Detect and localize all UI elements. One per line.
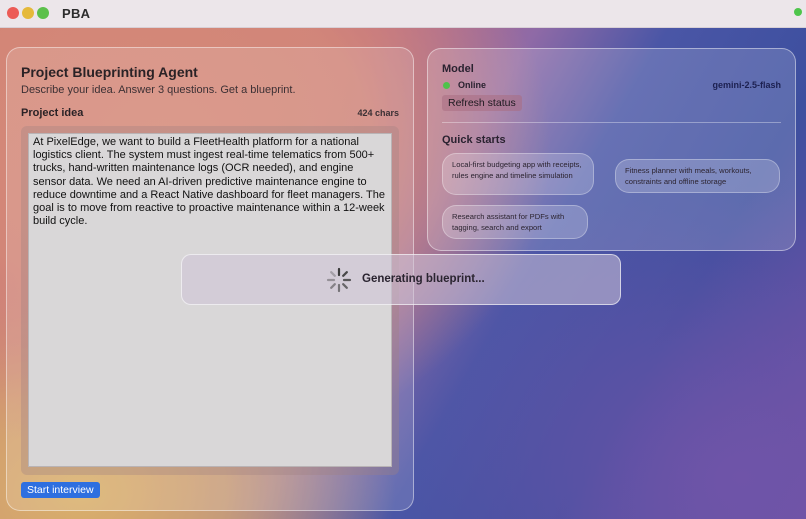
quick-starts-heading: Quick starts: [442, 134, 506, 146]
divider: [442, 122, 781, 123]
quick-start-fitness-planner[interactable]: Fitness planner with meals, workouts, co…: [615, 159, 780, 193]
minimize-window-button[interactable]: [22, 7, 34, 19]
quick-start-research-assistant[interactable]: Research assistant for PDFs with tagging…: [442, 205, 588, 239]
generating-message: Generating blueprint...: [362, 273, 485, 285]
panel-subtitle: Describe your idea. Answer 3 questions. …: [21, 84, 296, 96]
generating-overlay: Generating blueprint...: [181, 254, 621, 305]
window-title: PBA: [62, 6, 91, 21]
quick-start-budgeting-app[interactable]: Local-first budgeting app with receipts,…: [442, 153, 594, 195]
close-window-button[interactable]: [7, 7, 19, 19]
model-status: Online: [458, 80, 487, 90]
start-interview-button[interactable]: Start interview: [21, 482, 100, 498]
model-heading: Model: [442, 63, 474, 75]
model-name: gemini-2.5-flash: [712, 80, 781, 90]
model-panel: Model Online gemini-2.5-flash Refresh st…: [427, 48, 796, 251]
refresh-status-button[interactable]: Refresh status: [442, 95, 522, 111]
spinner-icon: [326, 267, 352, 293]
char-count: 424 chars: [357, 108, 399, 118]
panel-title: Project Blueprinting Agent: [21, 64, 198, 80]
zoom-window-button[interactable]: [37, 7, 49, 19]
connection-status-dot: [794, 8, 802, 16]
online-status-icon: [443, 82, 450, 89]
window-titlebar: PBA: [0, 0, 806, 28]
project-idea-label: Project idea: [21, 107, 84, 119]
